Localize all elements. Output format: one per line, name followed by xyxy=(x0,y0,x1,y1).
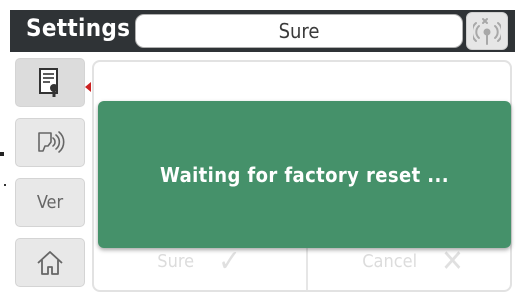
sidebar-item-home[interactable] xyxy=(15,238,85,287)
sidebar-item-settings[interactable] xyxy=(15,58,85,107)
close-icon: ✕ xyxy=(441,243,464,279)
active-pointer xyxy=(85,82,91,92)
factory-reset-dialog: Waiting for factory reset ... xyxy=(98,101,511,248)
no-signal-antenna-icon xyxy=(473,18,501,45)
edge-mark xyxy=(0,152,4,156)
tab-sure-label: Sure xyxy=(278,19,320,43)
dialog-message: Waiting for factory reset ... xyxy=(160,162,449,187)
home-icon xyxy=(37,250,63,275)
sidebar-item-version[interactable]: Ver xyxy=(15,178,85,227)
cancel-button-label: Cancel xyxy=(362,250,418,272)
tab-sure[interactable]: Sure xyxy=(135,14,463,48)
sidebar-item-version-label: Ver xyxy=(36,192,64,213)
document-settings-icon xyxy=(39,67,58,97)
page-title: Settings xyxy=(26,14,131,42)
signal-status-button[interactable] xyxy=(466,12,508,50)
check-icon: ✓ xyxy=(218,243,241,279)
sidebar-item-voice[interactable] xyxy=(15,118,85,167)
voice-icon xyxy=(38,130,65,153)
edge-dot xyxy=(4,184,6,186)
sure-button-label: Sure xyxy=(157,250,195,272)
